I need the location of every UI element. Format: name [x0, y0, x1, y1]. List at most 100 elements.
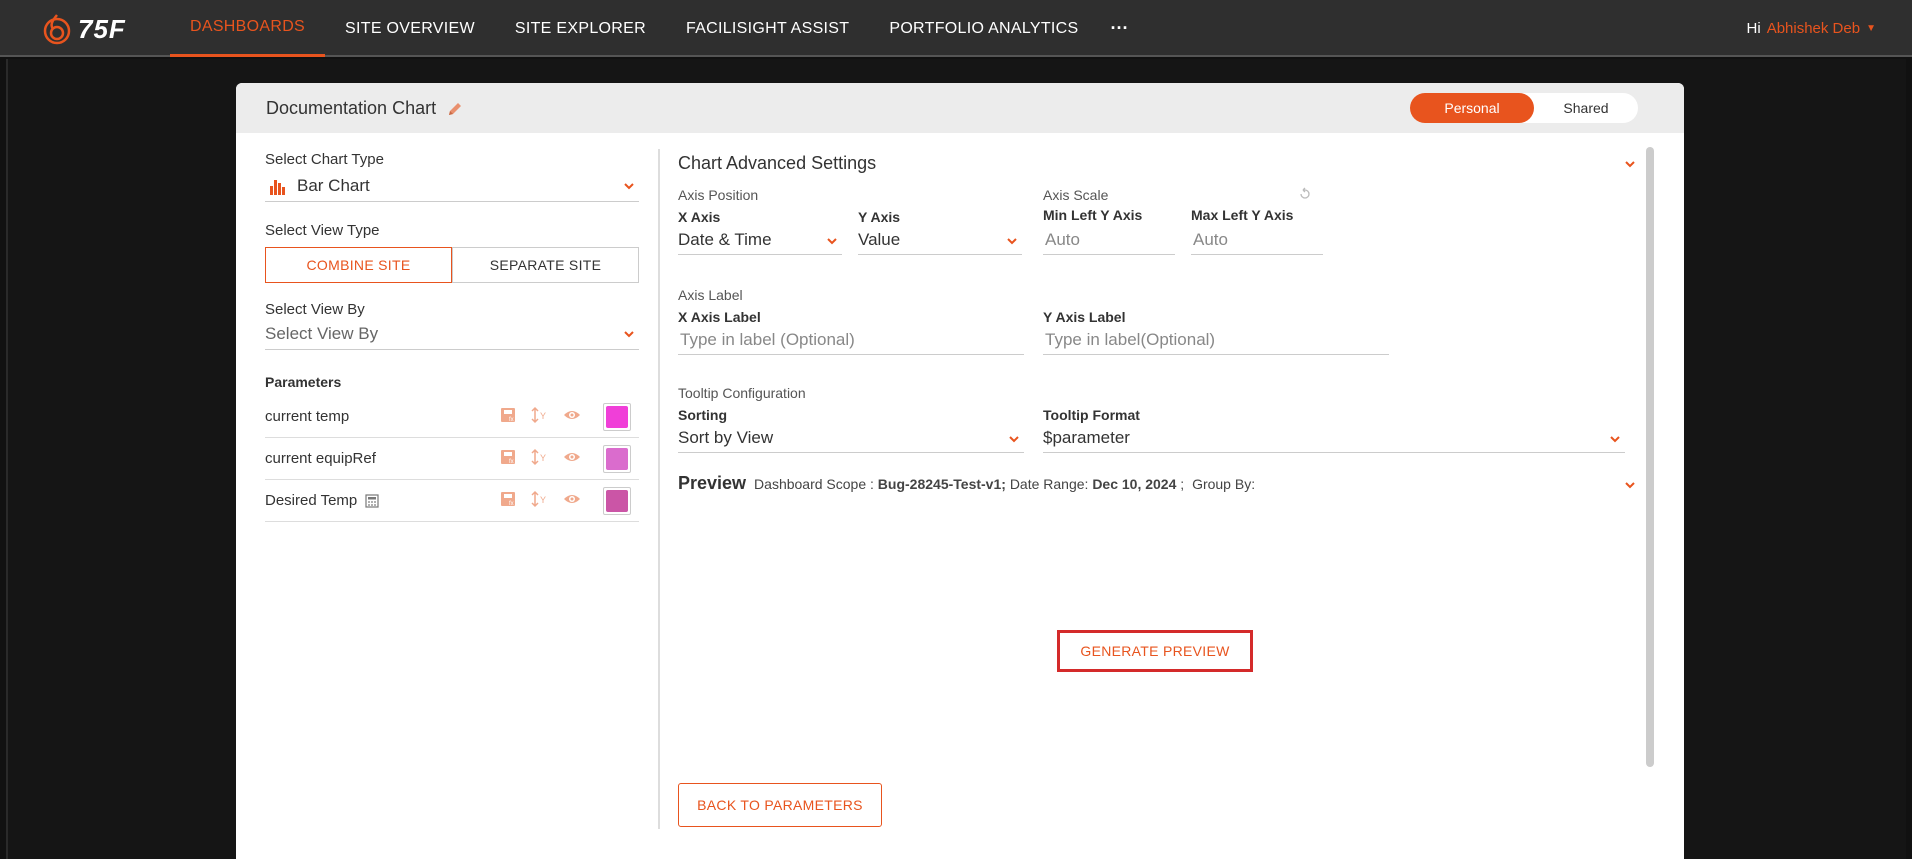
- left-panel: Select Chart Type Bar Chart Select View …: [265, 149, 639, 522]
- date-range-label: Date Range:: [1009, 476, 1089, 492]
- y-axis-value: Value: [858, 229, 901, 249]
- x-axis-label-placeholder: Type in label (Optional): [680, 329, 855, 349]
- color-swatch[interactable]: [603, 403, 631, 431]
- x-axis-label-input[interactable]: Type in label (Optional): [678, 325, 1024, 355]
- nav-site-overview[interactable]: SITE OVERVIEW: [325, 0, 495, 57]
- tooltip-format-value: $parameter: [1043, 427, 1130, 447]
- chevron-down-icon: [1009, 436, 1019, 443]
- sorting-value: Sort by View: [678, 427, 774, 447]
- x-axis-value: Date & Time: [678, 229, 772, 249]
- preview-title: Preview: [678, 473, 747, 493]
- toggle-shared[interactable]: Shared: [1534, 93, 1638, 123]
- x-axis-label: X Axis: [678, 209, 721, 225]
- parameter-row: current temp fx Y: [265, 396, 639, 438]
- axis-sort-icon[interactable]: Y: [531, 490, 549, 508]
- max-left-y-placeholder: Auto: [1193, 229, 1228, 249]
- chevron-down-icon: ▼: [1866, 23, 1876, 34]
- preview-header: Preview Dashboard Scope : Bug-28245-Test…: [678, 473, 1255, 494]
- user-menu[interactable]: Hi Abhishek Deb ▼: [1747, 0, 1876, 57]
- chevron-down-icon: [827, 238, 837, 245]
- view-by-label: Select View By: [265, 301, 365, 318]
- max-left-y-input[interactable]: Auto: [1191, 225, 1323, 255]
- nav-portfolio-analytics[interactable]: PORTFOLIO ANALYTICS: [869, 0, 1098, 57]
- svg-text:fx: fx: [509, 459, 514, 465]
- min-left-y-label: Min Left Y Axis: [1043, 207, 1143, 223]
- edit-pencil-icon[interactable]: [446, 100, 464, 118]
- toggle-personal[interactable]: Personal: [1410, 93, 1534, 123]
- sorting-label: Sorting: [678, 407, 727, 423]
- chevron-down-icon[interactable]: [1624, 158, 1636, 170]
- parameter-name: Desired Temp: [265, 492, 358, 509]
- more-menu-icon[interactable]: ···: [1099, 0, 1141, 57]
- svg-text:fx: fx: [509, 501, 514, 507]
- parameter-name: current equipRef: [265, 450, 376, 467]
- separate-site-button[interactable]: SEPARATE SITE: [452, 247, 639, 283]
- advanced-settings-panel: Chart Advanced Settings Axis Position X …: [678, 143, 1638, 499]
- flame-logo-icon: [43, 14, 71, 45]
- axis-sort-icon[interactable]: Y: [531, 448, 549, 466]
- bar-chart-icon: [270, 179, 285, 195]
- logo-text: 75F: [78, 13, 126, 44]
- logo[interactable]: 75F: [42, 12, 126, 46]
- scrollbar[interactable]: [1646, 147, 1654, 767]
- tooltip-section-title: Tooltip Configuration: [678, 385, 806, 401]
- y-axis-label-placeholder: Type in label(Optional): [1045, 329, 1216, 349]
- color-swatch[interactable]: [603, 445, 631, 473]
- axis-sort-icon[interactable]: Y: [531, 406, 549, 424]
- chevron-down-icon: [624, 183, 634, 190]
- eye-icon[interactable]: [563, 448, 581, 466]
- nav-site-explorer[interactable]: SITE EXPLORER: [495, 0, 666, 57]
- chart-type-select[interactable]: Bar Chart: [265, 170, 639, 202]
- generate-preview-highlight: GENERATE PREVIEW: [1057, 630, 1253, 672]
- formula-icon[interactable]: fx: [499, 490, 517, 508]
- svg-text:Y: Y: [540, 495, 546, 505]
- parameters-label: Parameters: [265, 374, 342, 390]
- color-swatch[interactable]: [603, 487, 631, 515]
- back-to-parameters-button[interactable]: BACK TO PARAMETERS: [678, 783, 882, 827]
- y-axis-select[interactable]: Value: [858, 225, 1022, 255]
- y-axis-label-title: Y Axis Label: [1043, 309, 1126, 325]
- eye-icon[interactable]: [563, 490, 581, 508]
- chevron-down-icon: [624, 331, 634, 338]
- view-by-placeholder: Select View By: [265, 323, 379, 343]
- svg-text:fx: fx: [509, 417, 514, 423]
- chevron-down-icon[interactable]: [1624, 479, 1636, 491]
- chart-type-value: Bar Chart: [297, 175, 370, 195]
- tooltip-format-label: Tooltip Format: [1043, 407, 1140, 423]
- reset-icon[interactable]: [1298, 187, 1312, 201]
- view-by-select[interactable]: Select View By: [265, 318, 639, 350]
- scope-label: Dashboard Scope :: [754, 476, 874, 492]
- formula-icon[interactable]: fx: [499, 406, 517, 424]
- x-axis-select[interactable]: Date & Time: [678, 225, 842, 255]
- nav-dashboards[interactable]: DASHBOARDS: [170, 0, 326, 57]
- view-type-label: Select View Type: [265, 222, 380, 239]
- calculator-icon: [365, 493, 379, 508]
- modal-header: Documentation Chart Personal Shared: [236, 83, 1684, 133]
- formula-icon[interactable]: fx: [499, 448, 517, 466]
- svg-text:Y: Y: [540, 453, 546, 463]
- top-nav-bar: 75F DASHBOARDS SITE OVERVIEW SITE EXPLOR…: [0, 0, 1912, 57]
- personal-shared-toggle: Personal Shared: [1410, 93, 1638, 123]
- min-left-y-input[interactable]: Auto: [1043, 225, 1175, 255]
- axis-label-section-title: Axis Label: [678, 287, 743, 303]
- generate-preview-button[interactable]: GENERATE PREVIEW: [1060, 633, 1250, 669]
- parameter-list: current temp fx Y current equipRef fx Y: [265, 396, 639, 522]
- parameter-row: current equipRef fx Y: [265, 438, 639, 480]
- y-axis-label-input[interactable]: Type in label(Optional): [1043, 325, 1389, 355]
- combine-site-button[interactable]: COMBINE SITE: [265, 247, 452, 283]
- sorting-select[interactable]: Sort by View: [678, 423, 1024, 453]
- swatch-fill: [606, 406, 628, 428]
- modal-title: Documentation Chart: [266, 98, 464, 119]
- advanced-settings-title: Chart Advanced Settings: [678, 153, 877, 173]
- eye-icon[interactable]: [563, 406, 581, 424]
- user-greeting: Hi: [1746, 20, 1761, 37]
- user-name: Abhishek Deb: [1766, 20, 1861, 37]
- axis-scale-label: Axis Scale: [1043, 187, 1109, 203]
- axis-position-label: Axis Position: [678, 187, 759, 203]
- swatch-fill: [606, 490, 628, 512]
- chevron-down-icon: [1007, 238, 1017, 245]
- nav-facilisight-assist[interactable]: FACILISIGHT ASSIST: [666, 0, 869, 57]
- chevron-down-icon: [1610, 436, 1620, 443]
- tooltip-format-select[interactable]: $parameter: [1043, 423, 1625, 453]
- panel-divider: [658, 149, 660, 829]
